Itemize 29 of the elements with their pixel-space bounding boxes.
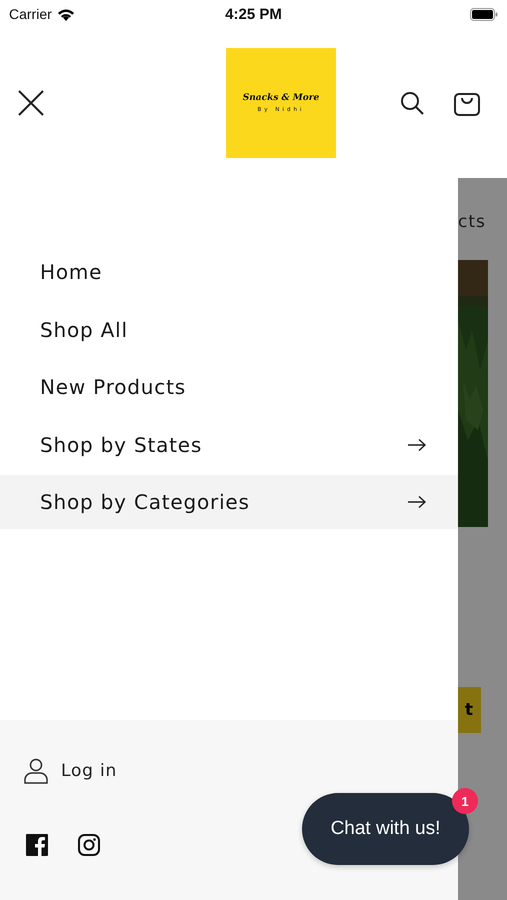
- menu-item[interactable]: Shop by Categories: [0, 475, 458, 529]
- close-button[interactable]: [18, 90, 44, 116]
- menu-item[interactable]: Shop All: [0, 302, 458, 356]
- menu-label: Home: [40, 260, 102, 284]
- menu-item[interactable]: New Products: [0, 360, 458, 414]
- search-icon: [400, 91, 424, 115]
- carrier-label: Carrier: [9, 6, 52, 22]
- close-icon: [18, 90, 44, 116]
- person-icon: [24, 758, 48, 784]
- menu-item[interactable]: Home: [0, 245, 458, 299]
- logo-title: Snacks & More: [242, 93, 320, 103]
- menu-label: Shop by States: [40, 432, 202, 456]
- menu-label: New Products: [40, 375, 186, 399]
- login-link[interactable]: Log in: [24, 758, 434, 784]
- search-button[interactable]: [400, 91, 424, 115]
- bag-icon: [454, 90, 480, 116]
- cart-button[interactable]: [454, 90, 480, 116]
- arrow-right-icon: [408, 496, 426, 508]
- menu-label: Shop All: [40, 318, 128, 342]
- instagram-icon[interactable]: [78, 834, 100, 856]
- shop-button[interactable]: t: [458, 687, 481, 733]
- arrow-right-icon: [408, 438, 426, 450]
- clock-time: 4:25 PM: [225, 6, 282, 22]
- menu-label: Shop by Categories: [40, 490, 250, 514]
- wifi-icon: [56, 8, 75, 20]
- battery-icon: [470, 8, 498, 20]
- facebook-icon[interactable]: [26, 834, 48, 856]
- menu-item[interactable]: Shop by States: [0, 418, 458, 472]
- section-heading: cts: [458, 212, 486, 232]
